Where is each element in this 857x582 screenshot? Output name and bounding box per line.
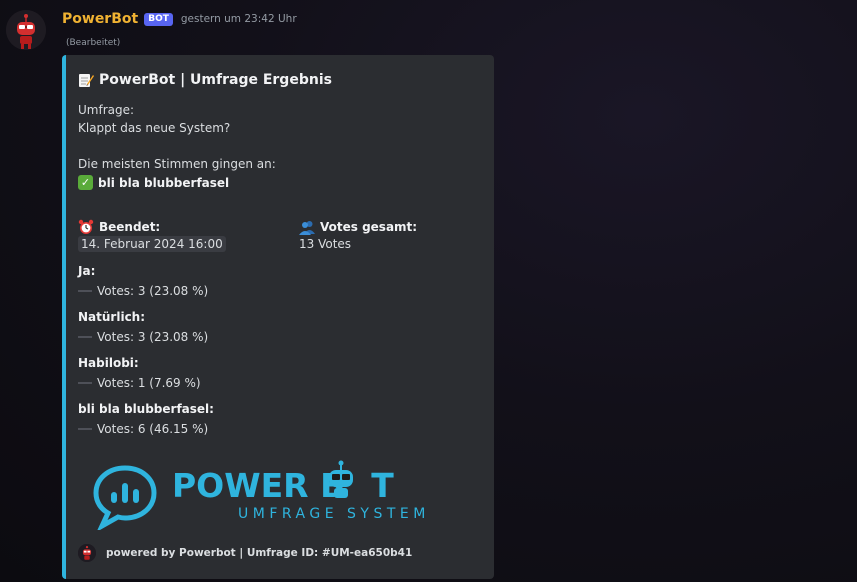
robot-logo-icon xyxy=(329,460,353,498)
option-name: bli bla blubberfasel: xyxy=(78,402,214,416)
field-total-value: 13 Votes xyxy=(299,237,352,251)
field-total-label: Votes gesamt: xyxy=(299,219,417,235)
edited-indicator: (Bearbeitet) xyxy=(66,38,121,48)
option-name: Natürlich: xyxy=(78,310,146,324)
bot-avatar[interactable] xyxy=(6,10,46,50)
logo-text-t: T xyxy=(371,466,394,505)
alarm-clock-icon xyxy=(78,219,94,234)
most-votes-label: Die meisten Stimmen gingen an: xyxy=(78,157,276,171)
footer-text: powered by Powerbot | Umfrage ID: #UM-ea… xyxy=(106,547,413,559)
ended-timestamp[interactable]: 14. Februar 2024 16:00 xyxy=(78,236,226,252)
memo-icon xyxy=(79,74,94,87)
message-header: PowerBot BOT gestern um 23:42 Uhr xyxy=(62,9,297,29)
option-votes-text: Votes: 6 (46.15 %) xyxy=(97,422,209,436)
logo-wordmark: POWER B T xyxy=(172,466,394,505)
ended-label-text: Beendet: xyxy=(99,220,161,234)
embed-footer: powered by Powerbot | Umfrage ID: #UM-ea… xyxy=(78,544,412,562)
footer-avatar xyxy=(78,544,96,562)
option-votes-text: Votes: 3 (23.08 %) xyxy=(97,284,209,298)
progress-bar-icon xyxy=(78,290,92,292)
progress-bar-icon xyxy=(78,382,92,384)
winner-line: ✓ bli bla blubberfasel xyxy=(78,175,229,190)
username[interactable]: PowerBot xyxy=(62,11,138,27)
speech-bubble-chart-icon xyxy=(93,465,157,530)
poll-result-embed: PowerBot | Umfrage Ergebnis Umfrage: Kla… xyxy=(62,55,494,579)
message-timestamp[interactable]: gestern um 23:42 Uhr xyxy=(181,13,297,25)
embed-title-text: PowerBot | Umfrage Ergebnis xyxy=(99,72,332,88)
option-votes-text: Votes: 1 (7.69 %) xyxy=(97,376,201,390)
field-ended-label: Beendet: xyxy=(78,219,160,235)
option-votes-text: Votes: 3 (23.08 %) xyxy=(97,330,209,344)
option-votes: Votes: 3 (23.08 %) xyxy=(78,284,208,298)
logo-text-power-b: POWER B xyxy=(172,466,346,505)
robot-avatar-icon xyxy=(6,10,46,50)
embed-title: PowerBot | Umfrage Ergebnis xyxy=(78,72,332,88)
option-votes: Votes: 3 (23.08 %) xyxy=(78,330,208,344)
option-name: Habilobi: xyxy=(78,356,139,370)
total-votes-label-text: Votes gesamt: xyxy=(320,220,418,234)
field-ended-value: 14. Februar 2024 16:00 xyxy=(78,236,226,252)
winner-option: bli bla blubberfasel xyxy=(98,175,230,190)
embed-image[interactable]: POWER B T UMFRAGE SYSTEM xyxy=(78,460,468,540)
question-label: Umfrage: xyxy=(78,103,135,117)
question-text: Klappt das neue System? xyxy=(78,121,231,135)
option-votes: Votes: 6 (46.15 %) xyxy=(78,422,208,436)
progress-bar-icon xyxy=(78,336,92,338)
bot-badge: BOT xyxy=(144,12,173,26)
option-name: Ja: xyxy=(78,264,96,278)
progress-bar-icon xyxy=(78,428,92,430)
embed-accent-bar xyxy=(62,55,66,579)
option-votes: Votes: 1 (7.69 %) xyxy=(78,376,201,390)
robot-avatar-icon xyxy=(78,544,96,562)
busts-in-silhouette-icon xyxy=(299,221,315,235)
check-mark-icon: ✓ xyxy=(78,175,93,190)
logo-subtitle: UMFRAGE SYSTEM xyxy=(238,506,430,522)
